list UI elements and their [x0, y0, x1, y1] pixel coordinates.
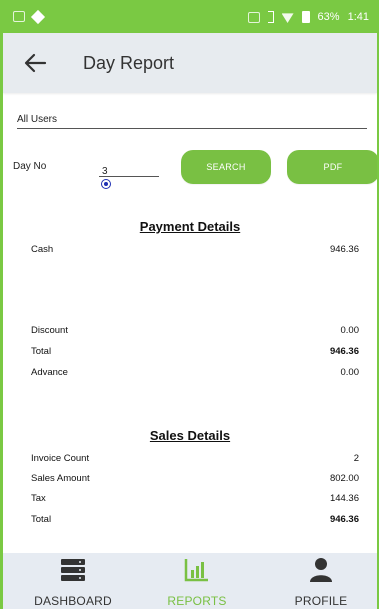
pdf-button[interactable]: PDF	[287, 150, 377, 184]
wifi-icon	[281, 13, 294, 23]
sales-total-value: 946.36	[329, 514, 359, 525]
payment-total-row: Total 946.36	[31, 346, 359, 357]
app-frame: 63% 1:41 Day Report All Users Day No 3 S…	[0, 0, 379, 609]
back-arrow-icon[interactable]	[23, 51, 49, 75]
sales-amount-row: Sales Amount 802.00	[31, 473, 359, 484]
text-cursor-handle[interactable]	[101, 179, 111, 189]
users-dropdown[interactable]: All Users	[17, 109, 367, 129]
sales-total-label: Total	[31, 514, 52, 525]
day-no-input[interactable]: 3	[99, 161, 159, 177]
day-no-label: Day No	[13, 161, 47, 172]
cash-label: Cash	[31, 244, 54, 255]
image-notification-icon	[13, 11, 25, 22]
nav-reports[interactable]: REPORTS	[137, 557, 257, 608]
advance-row: Advance 0.00	[31, 367, 359, 378]
dashboard-icon	[61, 559, 85, 581]
nav-reports-label: REPORTS	[167, 594, 227, 608]
payment-total-label: Total	[31, 346, 52, 357]
invoice-count-label: Invoice Count	[31, 453, 90, 464]
nav-profile[interactable]: PROFILE	[261, 557, 377, 608]
payment-total-value: 946.36	[329, 346, 359, 357]
nav-dashboard-label: DASHBOARD	[34, 594, 112, 608]
discount-row: Discount 0.00	[31, 325, 359, 336]
advance-value: 0.00	[340, 367, 360, 378]
invoice-count-value: 2	[353, 453, 359, 464]
battery-percent: 63%	[317, 11, 340, 23]
sales-total-row: Total 946.36	[31, 514, 359, 525]
users-value: All Users	[17, 114, 58, 125]
users-underline	[17, 128, 367, 129]
sales-details-title: Sales Details	[149, 428, 231, 443]
nav-dashboard[interactable]: DASHBOARD	[13, 557, 133, 608]
bottom-navigation: DASHBOARD REPORTS PROFILE	[3, 553, 377, 609]
invoice-count-row: Invoice Count 2	[31, 453, 359, 464]
cash-row: Cash 946.36	[31, 244, 359, 255]
status-bar: 63% 1:41	[3, 3, 377, 33]
battery-icon	[301, 11, 310, 23]
sales-amount-label: Sales Amount	[31, 473, 90, 484]
tax-label: Tax	[31, 493, 46, 504]
tax-row: Tax 144.36	[31, 493, 359, 504]
app-bar: Day Report	[3, 33, 377, 93]
search-button[interactable]: SEARCH	[181, 150, 271, 184]
nav-notification-icon	[30, 9, 46, 25]
bluetooth-icon	[267, 11, 274, 23]
tax-value: 144.36	[329, 493, 359, 504]
discount-value: 0.00	[340, 325, 360, 336]
page-title: Day Report	[83, 53, 175, 73]
advance-label: Advance	[31, 367, 68, 378]
reports-icon	[184, 559, 208, 582]
payment-details-title: Payment Details	[139, 219, 241, 234]
nav-profile-label: PROFILE	[294, 594, 348, 608]
clock: 1:41	[347, 11, 369, 23]
sales-amount-value: 802.00	[329, 473, 359, 484]
day-no-underline	[99, 176, 159, 177]
profile-icon	[310, 558, 332, 582]
cash-value: 946.36	[329, 244, 359, 255]
discount-label: Discount	[31, 325, 68, 336]
cast-icon	[247, 11, 260, 23]
